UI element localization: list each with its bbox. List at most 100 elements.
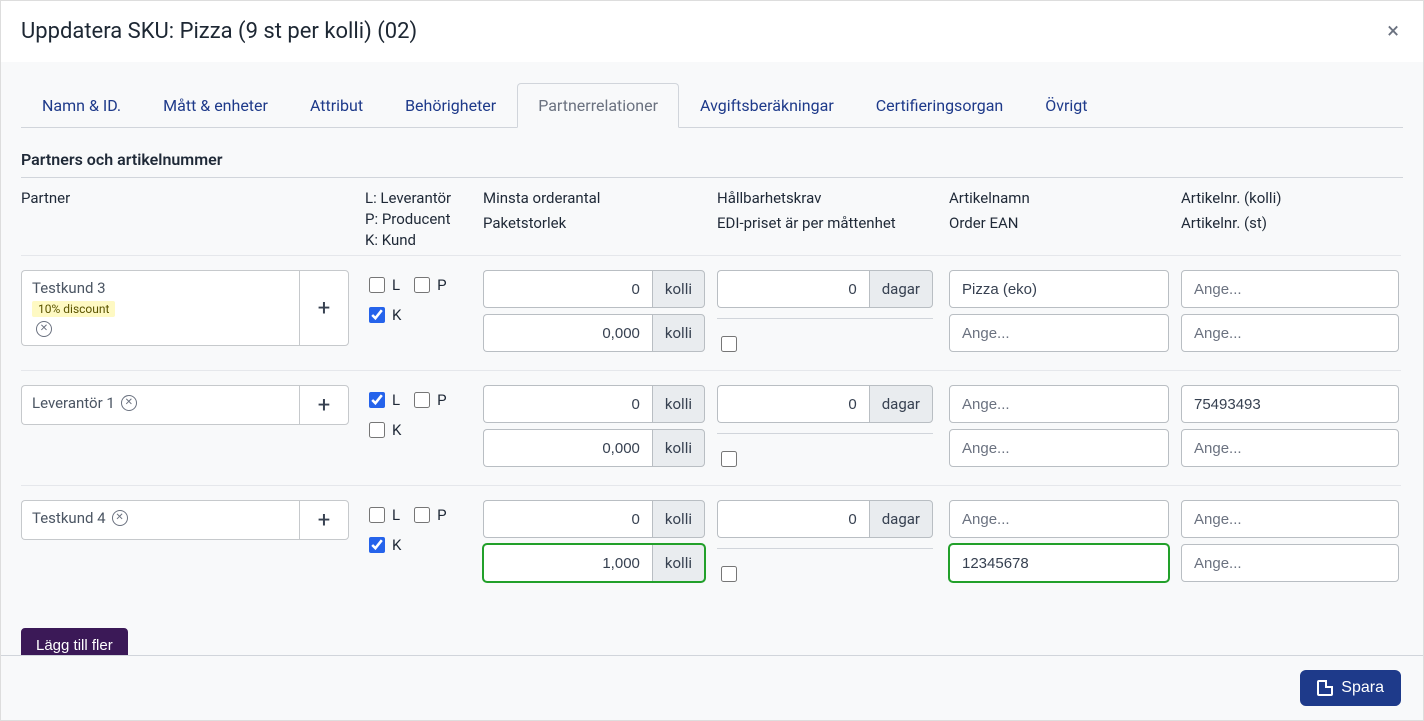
artno-st-input[interactable] [1181, 544, 1399, 582]
role-p-checkbox[interactable] [414, 507, 430, 523]
order-ean-input[interactable] [949, 314, 1169, 352]
save-button[interactable]: Spara [1300, 670, 1401, 706]
artno-st-input[interactable] [1181, 314, 1399, 352]
role-p-label[interactable]: P [410, 274, 446, 296]
col-header-packsize: Paketstorlek [483, 213, 717, 234]
role-p-label[interactable]: P [410, 504, 446, 526]
tab-ovrigt[interactable]: Övrigt [1024, 83, 1108, 128]
add-partner-button[interactable]: + [299, 385, 349, 425]
col-header-articlename: Artikelnamn [949, 189, 1030, 207]
min-order-input[interactable] [483, 500, 652, 538]
modal-body: Namn & ID. Mått & enheter Attribut Behör… [1, 82, 1423, 683]
order-ean-input[interactable] [949, 544, 1169, 582]
add-partner-button[interactable]: + [299, 270, 349, 346]
partner-selector[interactable]: Leverantör 1 ✕ [21, 385, 299, 425]
col-header-edi: EDI-priset är per måttenhet [717, 213, 949, 234]
close-icon[interactable]: × [1387, 21, 1399, 43]
shelf-life-input[interactable] [717, 500, 869, 538]
role-l-checkbox[interactable] [369, 392, 385, 408]
min-order-input[interactable] [483, 385, 652, 423]
role-k-checkbox[interactable] [369, 307, 385, 323]
pack-size-input[interactable] [483, 314, 652, 352]
shelf-edi-cell: dagar [717, 370, 949, 485]
shelf-edi-cell: dagar [717, 255, 949, 370]
role-k-label[interactable]: K [365, 304, 401, 326]
artno-kolli-input[interactable] [1181, 385, 1399, 423]
tab-behorigheter[interactable]: Behörigheter [384, 83, 517, 128]
col-header-roles: L: Leverantör P: Producent K: Kund [365, 184, 483, 255]
role-k-label[interactable]: K [365, 419, 401, 441]
section-divider [21, 177, 1403, 178]
remove-partner-icon[interactable]: ✕ [36, 321, 52, 337]
unit-label: dagar [869, 500, 933, 538]
role-p-checkbox[interactable] [414, 277, 430, 293]
name-ean-cell [949, 370, 1181, 485]
role-k-label[interactable]: K [365, 534, 401, 556]
shelf-life-input[interactable] [717, 385, 869, 423]
col-header-name-ean: Artikelnamn Order EAN [949, 184, 1181, 255]
remove-partner-icon[interactable]: ✕ [112, 510, 128, 526]
shelf-life-input[interactable] [717, 270, 869, 308]
artno-st-input[interactable] [1181, 429, 1399, 467]
partner-name: Leverantör 1 [32, 394, 115, 412]
article-name-input[interactable] [949, 385, 1169, 423]
unit-label: kolli [652, 429, 705, 467]
edi-per-unit-checkbox[interactable] [721, 566, 737, 582]
tab-avgiftsberakningar[interactable]: Avgiftsberäkningar [679, 83, 855, 128]
col-header-order-pack: Minsta orderantal Paketstorlek [483, 184, 717, 255]
col-header-artno-kolli: Artikelnr. (kolli) [1181, 189, 1281, 207]
unit-label: kolli [652, 314, 705, 352]
tab-certifieringsorgan[interactable]: Certifieringsorgan [855, 83, 1025, 128]
role-k-checkbox[interactable] [369, 537, 385, 553]
remove-partner-icon[interactable]: ✕ [121, 395, 137, 411]
artno-kolli-input[interactable] [1181, 500, 1399, 538]
col-header-shelf: Hållbarhetskrav [717, 189, 821, 207]
name-ean-cell [949, 255, 1181, 370]
tab-partnerrelationer[interactable]: Partnerrelationer [517, 83, 679, 128]
role-l-label[interactable]: L [365, 389, 400, 411]
artno-cell [1181, 485, 1401, 600]
unit-label: kolli [652, 385, 705, 423]
artno-kolli-input[interactable] [1181, 270, 1399, 308]
partner-selector[interactable]: Testkund 4✕ [21, 500, 299, 540]
col-header-minorder: Minsta orderantal [483, 189, 600, 207]
artno-cell [1181, 255, 1401, 370]
role-l-label[interactable]: L [365, 274, 400, 296]
artno-cell [1181, 370, 1401, 485]
edi-per-unit-checkbox[interactable] [721, 451, 737, 467]
article-name-input[interactable] [949, 270, 1169, 308]
tab-attribut[interactable]: Attribut [289, 83, 384, 128]
col-header-partner: Partner [21, 184, 365, 255]
order-pack-cell: kolli kolli [483, 485, 717, 600]
discount-badge: 10% discount [32, 301, 115, 317]
col-header-artno: Artikelnr. (kolli) Artikelnr. (st) [1181, 184, 1401, 255]
section-title: Partners och artikelnummer [21, 150, 1403, 169]
min-order-input[interactable] [483, 270, 652, 308]
add-partner-button[interactable]: + [299, 500, 349, 540]
role-l-checkbox[interactable] [369, 507, 385, 523]
modal-title: Uppdatera SKU: Pizza (9 st per kolli) (0… [21, 19, 417, 44]
pack-size-input[interactable] [483, 429, 652, 467]
tab-namn-id[interactable]: Namn & ID. [21, 83, 142, 128]
unit-label: kolli [652, 544, 705, 582]
role-l-checkbox[interactable] [369, 277, 385, 293]
roles-cell: LPK [365, 485, 483, 600]
save-button-label: Spara [1341, 679, 1384, 697]
roles-cell: LPK [365, 370, 483, 485]
role-p-checkbox[interactable] [414, 392, 430, 408]
shelf-edi-cell: dagar [717, 485, 949, 600]
modal-footer: Spara [1, 655, 1423, 720]
partner-selector[interactable]: Testkund 310% discount✕ [21, 270, 299, 346]
unit-label: kolli [652, 500, 705, 538]
pack-size-input[interactable] [483, 544, 652, 582]
col-header-orderean: Order EAN [949, 213, 1181, 234]
order-ean-input[interactable] [949, 429, 1169, 467]
article-name-input[interactable] [949, 500, 1169, 538]
col-header-artno-st: Artikelnr. (st) [1181, 213, 1401, 234]
tab-matt-enheter[interactable]: Mått & enheter [142, 83, 289, 128]
roles-cell: LPK [365, 255, 483, 370]
edi-per-unit-checkbox[interactable] [721, 336, 737, 352]
role-k-checkbox[interactable] [369, 422, 385, 438]
role-p-label[interactable]: P [410, 389, 446, 411]
role-l-label[interactable]: L [365, 504, 400, 526]
